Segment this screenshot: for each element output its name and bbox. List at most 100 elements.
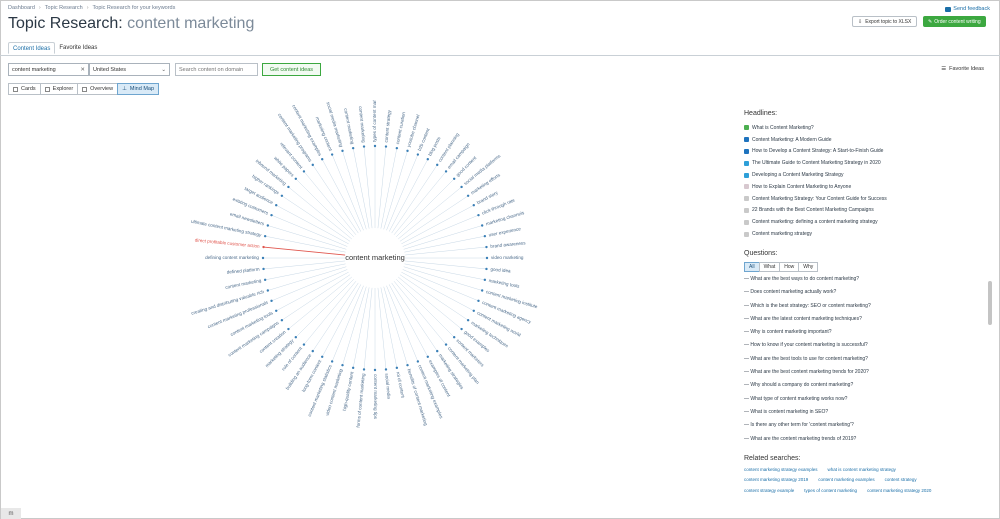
mindmap-node-dot[interactable] [460,185,463,189]
mindmap-node-label[interactable]: types of content marketing [372,100,377,142]
mindmap-node-label[interactable]: user experience [488,226,521,237]
mindmap-node-dot[interactable] [270,213,273,217]
mindmap-node-label[interactable]: social media platforms [463,153,502,186]
mindmap-node-label[interactable]: b2b content [417,127,431,152]
headline-item[interactable]: Content Marketing Strategy: Your Content… [744,193,984,205]
mindmap-node-dot[interactable] [444,343,448,346]
mindmap-node-label[interactable]: marketing channels [485,210,525,227]
mindmap-node-label[interactable]: content marketing [225,278,262,290]
mindmap-node-label[interactable]: content marketing tips [373,374,378,420]
mindmap-node-dot[interactable] [373,144,377,148]
country-select[interactable]: United States ⌄ [89,63,170,76]
mindmap-node-label[interactable]: creating and distributing valuable rich [191,289,265,316]
headline-item[interactable]: How to Explain Content Marketing to Anyo… [744,181,984,193]
mindmap-node-dot[interactable] [294,335,298,339]
view-mindmap-button[interactable]: ⊥ Mind Map [117,83,160,95]
mindmap-node-dot[interactable] [452,335,456,339]
mindmap-node-dot[interactable] [480,224,484,227]
question-item[interactable]: — Which is the best strategy: SEO or con… [744,303,984,316]
mindmap-node-dot[interactable] [362,368,366,371]
mindmap-node-dot[interactable] [280,319,284,322]
related-search-link[interactable]: content marketing examples [818,477,874,488]
question-item[interactable]: — What are the best tools to use for con… [744,356,984,369]
mindmap-node-dot[interactable] [311,349,314,353]
keyword-input[interactable]: content marketing ✕ [8,63,89,76]
mindmap-node-label[interactable]: high-quality content [342,371,355,412]
related-search-link[interactable]: types of content marketing [804,488,857,499]
related-search-link[interactable]: content marketing strategy examples [744,467,818,478]
question-tab-all[interactable]: All [744,261,760,272]
mindmap-node-label[interactable]: email newsletters [229,211,265,226]
mindmap-node-dot[interactable] [485,256,489,260]
mindmap-node-dot[interactable] [362,145,366,148]
question-item[interactable]: — What are the latest content marketing … [744,316,984,329]
question-item[interactable]: — What are the best ways to do content m… [744,276,984,289]
send-feedback-link[interactable]: Send feedback [945,6,990,12]
mindmap-node-dot[interactable] [321,158,324,161]
order-content-writing-button[interactable]: ✎ Order content writing [923,16,986,27]
mindmap-node-dot[interactable] [294,177,298,181]
mindmap-node-dot[interactable] [406,363,409,367]
headline-item[interactable]: How to Develop a Content Strategy: A Sta… [744,146,984,158]
related-search-link[interactable]: content strategy example [744,488,794,499]
view-overview-button[interactable]: Overview [77,83,119,95]
headline-item[interactable]: The Ultimate Guide to Content Marketing … [744,157,984,169]
mindmap-node-dot[interactable] [436,163,439,167]
mindmap-node-dot[interactable] [477,213,480,217]
get-content-ideas-button[interactable]: Get content ideas [262,63,321,76]
mindmap-node-dot[interactable] [395,146,399,150]
mindmap-node-dot[interactable] [330,153,334,156]
mindmap-node-dot[interactable] [263,278,267,282]
mindmap-node-dot[interactable] [302,170,306,173]
mindmap-node-dot[interactable] [444,170,448,173]
mindmap-node-dot[interactable] [266,224,270,227]
headline-item[interactable]: Content Marketing: A Modern Guide [744,134,984,146]
mindmap-node-dot[interactable] [460,327,463,331]
mindmap-node-dot[interactable] [275,204,278,207]
mindmap-node-label[interactable]: social media [384,373,392,399]
mindmap-node-dot[interactable] [395,366,399,370]
headline-item[interactable]: Content marketing strategy [744,228,984,240]
mindmap-node-label[interactable]: defining content marketing [205,255,259,260]
mindmap-node-dot[interactable] [406,149,409,153]
mindmap-node-label[interactable]: content strategy [384,109,392,143]
headline-item[interactable]: Content marketing: defining a content ma… [744,216,984,228]
mindmap-node-dot[interactable] [452,177,456,181]
scrollbar[interactable] [988,281,992,325]
mindmap-node-dot[interactable] [436,349,439,353]
export-xlsx-button[interactable]: ⇩ Export topic to XLSX [852,16,918,27]
mindmap-node-label[interactable]: marketing tools [488,278,520,289]
mindmap-node-label[interactable]: content marketing [358,106,367,143]
mindmap-node-dot[interactable] [480,289,484,292]
clear-icon[interactable]: ✕ [80,67,85,73]
mindmap-node-dot[interactable] [384,368,388,371]
mindmap-node-label[interactable]: direct profitable customer action [195,237,261,248]
mindmap-node-label[interactable]: defined platform [226,267,259,275]
mindmap-node-dot[interactable] [426,158,429,161]
question-tab-why[interactable]: Why [798,261,819,272]
tab-favorite-ideas[interactable]: Favorite Ideas [55,42,101,54]
headline-item[interactable]: What is Content Marketing? [744,122,984,134]
question-item[interactable]: — What type of content marketing works n… [744,396,984,409]
mindmap-node-dot[interactable] [263,234,267,238]
mindmap-node-dot[interactable] [477,299,480,303]
related-search-link[interactable]: content strategy [885,477,917,488]
related-search-link[interactable]: what is content marketing strategy [828,467,896,478]
view-cards-button[interactable]: Cards [8,83,41,95]
question-item[interactable]: — How to know if your content marketing … [744,342,984,355]
question-item[interactable]: — What are the best content marketing tr… [744,369,984,382]
mindmap-node-dot[interactable] [466,194,470,197]
mindmap-node-dot[interactable] [261,256,265,260]
mindmap-node-dot[interactable] [483,234,487,238]
mindmap-node-dot[interactable] [311,163,314,167]
related-search-link[interactable]: content marketing strategy 2020 [867,488,931,499]
question-item[interactable]: — Why is content marketing important? [744,329,984,342]
mindmap-node-label[interactable]: forms of content marketing [356,373,366,428]
mindmap-node-dot[interactable] [341,149,344,153]
mindmap-node-dot[interactable] [287,327,290,331]
breadcrumb-dashboard[interactable]: Dashboard [8,5,35,11]
mindmap-node-label[interactable]: content curation [395,111,406,144]
tab-content-ideas[interactable]: Content Ideas [8,42,56,54]
domain-search-input[interactable] [175,63,258,76]
question-tab-what[interactable]: What [758,261,781,272]
